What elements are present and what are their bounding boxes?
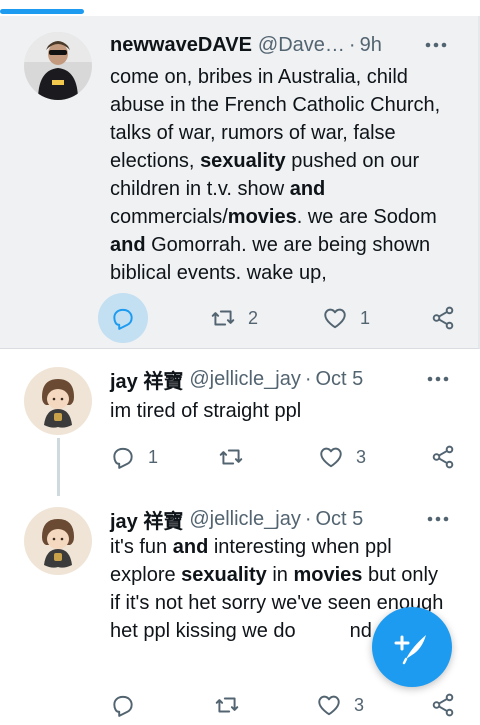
separator: · bbox=[348, 33, 356, 56]
tweet-text: come on, bribes in Australia, child abus… bbox=[110, 66, 441, 284]
share-button[interactable] bbox=[418, 293, 468, 343]
retweet-button[interactable] bbox=[206, 432, 256, 482]
tweet-reply[interactable]: jay 祥寶 @jellicle_jay · Oct 5 im tired of… bbox=[0, 350, 480, 490]
tweet-text: im tired of straight ppl bbox=[110, 400, 302, 422]
retweet-icon bbox=[215, 697, 239, 713]
more-options-icon[interactable] bbox=[424, 369, 452, 389]
heart-icon bbox=[318, 695, 340, 716]
retweet-button[interactable]: 2 bbox=[198, 293, 258, 343]
reply-button[interactable] bbox=[98, 680, 148, 725]
timestamp[interactable]: Oct 5 bbox=[316, 508, 364, 531]
tweet-actions: 1 3 bbox=[98, 432, 468, 482]
tweet-header: newwaveDAVE @Dave… · 9h bbox=[110, 31, 454, 59]
like-button[interactable]: 1 bbox=[310, 293, 370, 343]
separator: · bbox=[304, 507, 312, 530]
display-name[interactable]: jay 祥寶 bbox=[110, 365, 183, 394]
avatar[interactable] bbox=[24, 367, 92, 435]
compose-tweet-button[interactable] bbox=[372, 607, 452, 687]
timestamp[interactable]: 9h bbox=[360, 34, 382, 57]
like-button[interactable]: 3 bbox=[304, 680, 364, 725]
display-name[interactable]: jay 祥寶 bbox=[110, 505, 183, 534]
user-avatar-icon bbox=[24, 507, 92, 575]
reply-icon bbox=[113, 308, 133, 330]
reply-icon bbox=[113, 447, 133, 469]
user-handle[interactable]: @Dave… bbox=[258, 34, 345, 57]
reply-count: 1 bbox=[148, 446, 159, 467]
share-icon bbox=[432, 306, 454, 330]
like-count: 1 bbox=[360, 307, 371, 328]
timestamp[interactable]: Oct 5 bbox=[316, 368, 364, 391]
heart-icon bbox=[324, 308, 346, 329]
retweet-count: 2 bbox=[248, 307, 259, 328]
heart-icon bbox=[320, 447, 342, 468]
user-avatar-icon bbox=[24, 32, 92, 100]
compose-tweet-icon bbox=[394, 635, 426, 665]
share-icon bbox=[432, 693, 454, 717]
retweet-button[interactable] bbox=[202, 680, 252, 725]
like-button[interactable]: 3 bbox=[306, 432, 366, 482]
avatar[interactable] bbox=[24, 507, 92, 575]
more-options-icon[interactable] bbox=[424, 509, 452, 529]
share-button[interactable] bbox=[418, 432, 468, 482]
tweet-header: jay 祥寶 @jellicle_jay · Oct 5 bbox=[110, 365, 456, 393]
tweet-header: jay 祥寶 @jellicle_jay · Oct 5 bbox=[110, 505, 456, 533]
like-count: 3 bbox=[356, 446, 367, 467]
tweet-actions: 2 1 bbox=[98, 293, 468, 343]
share-icon bbox=[432, 445, 454, 469]
tab-indicator bbox=[0, 9, 84, 14]
user-avatar-icon bbox=[24, 367, 92, 435]
like-count: 3 bbox=[354, 694, 365, 715]
user-handle[interactable]: @jellicle_jay bbox=[189, 508, 300, 531]
display-name[interactable]: newwaveDAVE bbox=[110, 34, 252, 57]
share-button[interactable] bbox=[418, 680, 468, 725]
avatar[interactable] bbox=[24, 32, 92, 100]
retweet-icon bbox=[219, 449, 243, 465]
reply-button[interactable]: 1 bbox=[98, 432, 158, 482]
user-handle[interactable]: @jellicle_jay bbox=[189, 368, 300, 391]
tweet-main[interactable]: newwaveDAVE @Dave… · 9h come on, bribes … bbox=[0, 16, 480, 349]
separator: · bbox=[304, 367, 312, 390]
reply-button[interactable] bbox=[98, 293, 148, 343]
retweet-icon bbox=[211, 310, 235, 326]
more-options-icon[interactable] bbox=[422, 35, 450, 55]
reply-icon bbox=[113, 695, 133, 717]
